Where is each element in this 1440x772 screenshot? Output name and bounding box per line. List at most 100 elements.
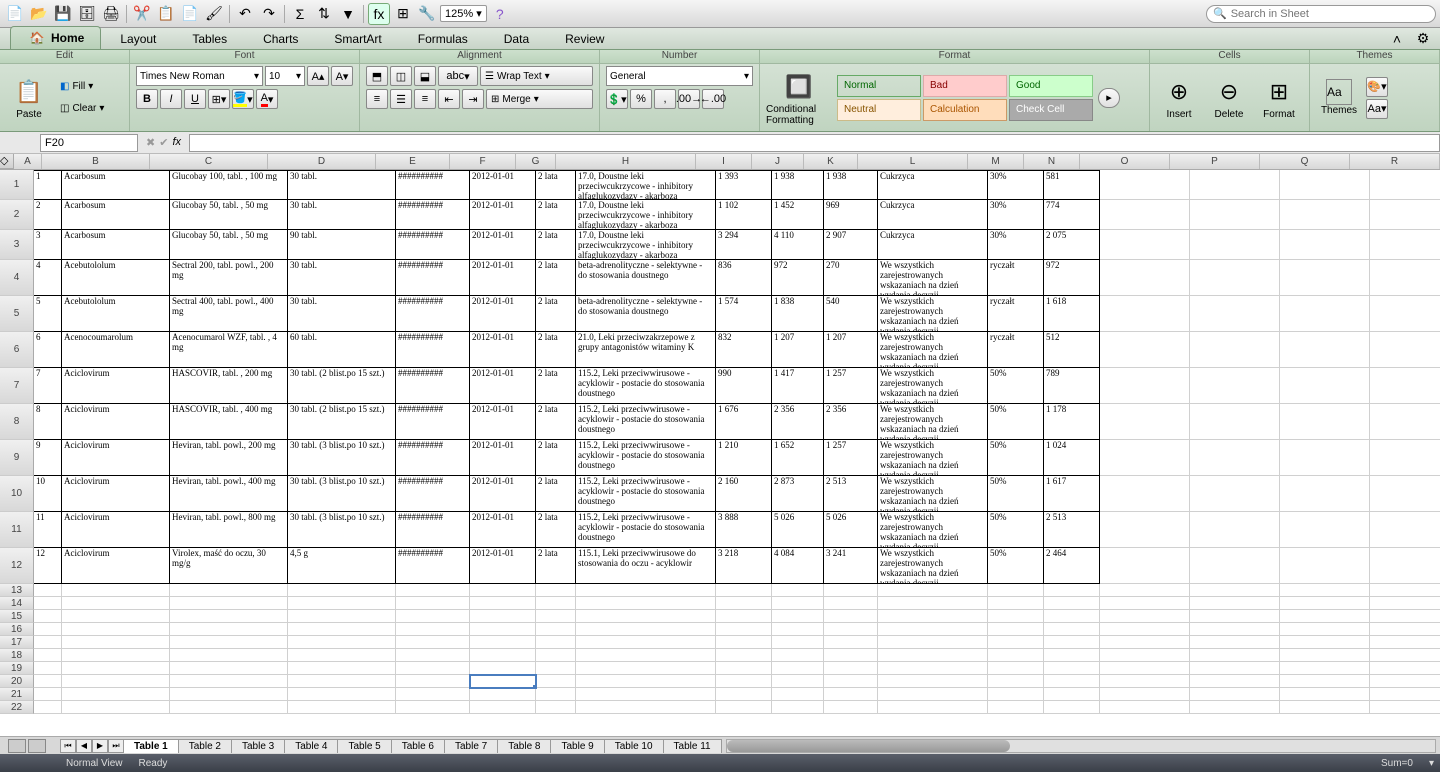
cell[interactable] bbox=[988, 636, 1044, 649]
cell[interactable] bbox=[878, 701, 988, 714]
cell[interactable] bbox=[170, 597, 288, 610]
comma-button[interactable]: , bbox=[654, 89, 676, 109]
col-header-E[interactable]: E bbox=[376, 154, 450, 169]
cell[interactable]: Aciclovirum bbox=[62, 476, 170, 512]
style-check-cell[interactable]: Check Cell bbox=[1009, 99, 1093, 121]
shrink-font-button[interactable]: A▾ bbox=[331, 66, 353, 86]
cell[interactable]: beta-adrenolityczne - selektywne - do st… bbox=[576, 260, 716, 296]
col-header-B[interactable]: B bbox=[42, 154, 150, 169]
cell[interactable]: Acenocumarol WZF, tabl. , 4 mg bbox=[170, 332, 288, 368]
cell[interactable] bbox=[1280, 200, 1370, 230]
col-header-G[interactable]: G bbox=[516, 154, 556, 169]
cell[interactable] bbox=[62, 636, 170, 649]
cell[interactable] bbox=[1100, 636, 1190, 649]
cell[interactable]: 2012-01-01 bbox=[470, 512, 536, 548]
cell[interactable]: ########## bbox=[396, 200, 470, 230]
sheet-tab[interactable]: Table 1 bbox=[123, 739, 179, 753]
cell[interactable] bbox=[1190, 200, 1280, 230]
cell[interactable] bbox=[1370, 200, 1440, 230]
cell[interactable] bbox=[1370, 170, 1440, 200]
cell[interactable]: Virolex, maść do oczu, 30 mg/g bbox=[170, 548, 288, 584]
cell[interactable] bbox=[288, 610, 396, 623]
cell[interactable]: We wszystkich zarejestrowanych wskazania… bbox=[878, 296, 988, 332]
cell[interactable]: 1 207 bbox=[824, 332, 878, 368]
cell[interactable] bbox=[34, 584, 62, 597]
cell[interactable]: 50% bbox=[988, 440, 1044, 476]
cell[interactable]: 30% bbox=[988, 230, 1044, 260]
row-header[interactable]: 6 bbox=[0, 332, 34, 368]
copy-icon[interactable]: 📋 bbox=[155, 3, 177, 25]
align-left-button[interactable]: ≡ bbox=[366, 89, 388, 109]
collapse-ribbon-icon[interactable]: ˄ bbox=[1386, 28, 1408, 50]
cell[interactable]: Heviran, tabl. powl., 800 mg bbox=[170, 512, 288, 548]
cell[interactable]: 30 tabl. bbox=[288, 296, 396, 332]
cell[interactable]: 4 084 bbox=[772, 548, 824, 584]
cell[interactable] bbox=[1370, 623, 1440, 636]
cell[interactable]: 990 bbox=[716, 368, 772, 404]
cell[interactable] bbox=[1190, 584, 1280, 597]
cell[interactable]: 1 938 bbox=[772, 170, 824, 200]
cell[interactable]: 30 tabl. (2 blist.po 15 szt.) bbox=[288, 404, 396, 440]
cell[interactable] bbox=[716, 701, 772, 714]
tab-charts[interactable]: Charts bbox=[246, 28, 315, 49]
grow-font-button[interactable]: A▴ bbox=[307, 66, 329, 86]
cell[interactable] bbox=[1190, 623, 1280, 636]
cell[interactable] bbox=[1280, 170, 1370, 200]
cell[interactable]: 2012-01-01 bbox=[470, 230, 536, 260]
cell[interactable]: 17.0, Doustne leki przeciwcukrzycowe - i… bbox=[576, 200, 716, 230]
cell[interactable]: 1 207 bbox=[772, 332, 824, 368]
cell[interactable] bbox=[1044, 623, 1100, 636]
cell[interactable]: ########## bbox=[396, 440, 470, 476]
clear-button[interactable]: ◫Clear ▾ bbox=[56, 99, 108, 119]
row-header[interactable]: 3 bbox=[0, 230, 34, 260]
cell[interactable] bbox=[1100, 260, 1190, 296]
cell[interactable] bbox=[1100, 675, 1190, 688]
cell[interactable]: 30% bbox=[988, 200, 1044, 230]
cell[interactable]: Aciclovirum bbox=[62, 440, 170, 476]
row-header[interactable]: 1 bbox=[0, 170, 34, 200]
cell[interactable]: 7 bbox=[34, 368, 62, 404]
cancel-fx-icon[interactable]: ✖ bbox=[146, 136, 155, 149]
sort-icon[interactable]: ⇅ bbox=[313, 3, 335, 25]
align-middle-button[interactable]: ◫ bbox=[390, 66, 412, 86]
cell[interactable]: 2 356 bbox=[772, 404, 824, 440]
cell[interactable]: 5 bbox=[34, 296, 62, 332]
cell[interactable]: Aciclovirum bbox=[62, 404, 170, 440]
cell[interactable] bbox=[1280, 476, 1370, 512]
cell[interactable] bbox=[536, 584, 576, 597]
cell[interactable]: 832 bbox=[716, 332, 772, 368]
cell[interactable] bbox=[1280, 230, 1370, 260]
cell[interactable]: 2012-01-01 bbox=[470, 170, 536, 200]
cell[interactable] bbox=[1044, 675, 1100, 688]
merge-button[interactable]: ⊞ Merge ▾ bbox=[486, 89, 593, 109]
cell[interactable] bbox=[396, 701, 470, 714]
col-header-R[interactable]: R bbox=[1350, 154, 1440, 169]
cell[interactable] bbox=[772, 597, 824, 610]
cell[interactable] bbox=[824, 636, 878, 649]
cell[interactable] bbox=[1370, 701, 1440, 714]
cell[interactable]: Aciclovirum bbox=[62, 512, 170, 548]
row-header[interactable]: 22 bbox=[0, 701, 34, 714]
italic-button[interactable]: I bbox=[160, 89, 182, 109]
cell[interactable] bbox=[772, 662, 824, 675]
cell[interactable] bbox=[716, 610, 772, 623]
cell[interactable]: 50% bbox=[988, 548, 1044, 584]
cell[interactable]: 30 tabl. bbox=[288, 170, 396, 200]
tab-data[interactable]: Data bbox=[487, 28, 546, 49]
tab-smartart[interactable]: SmartArt bbox=[317, 28, 398, 49]
accept-fx-icon[interactable]: ✔ bbox=[159, 136, 168, 149]
currency-button[interactable]: 💲▾ bbox=[606, 89, 628, 109]
row-header[interactable]: 4 bbox=[0, 260, 34, 296]
cell[interactable] bbox=[170, 584, 288, 597]
cell[interactable] bbox=[1370, 662, 1440, 675]
undo-icon[interactable]: ↶ bbox=[234, 3, 256, 25]
cell[interactable]: 2012-01-01 bbox=[470, 260, 536, 296]
cell[interactable]: 1 024 bbox=[1044, 440, 1100, 476]
cell[interactable]: Acebutololum bbox=[62, 296, 170, 332]
cell[interactable]: ########## bbox=[396, 368, 470, 404]
cell[interactable] bbox=[1370, 512, 1440, 548]
formula-input[interactable] bbox=[189, 134, 1440, 152]
cell[interactable] bbox=[576, 610, 716, 623]
cell[interactable] bbox=[1100, 170, 1190, 200]
cell[interactable]: 2012-01-01 bbox=[470, 548, 536, 584]
